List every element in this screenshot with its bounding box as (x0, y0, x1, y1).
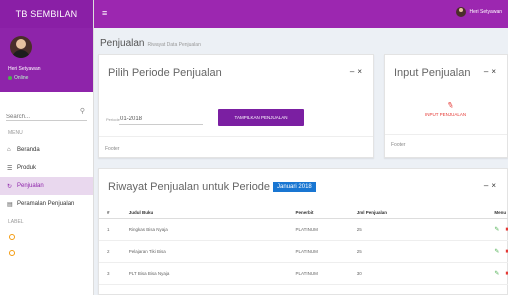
chart-icon: ▤ (7, 201, 13, 208)
table-header-row: # Judul Buku Penerbit Jml Penjualan Menu (99, 207, 508, 219)
cell-no: 3 (99, 262, 121, 285)
cell-jumlah: 25 (348, 218, 487, 241)
column-header: # (99, 207, 121, 219)
user-status-label: Online (14, 75, 29, 81)
edit-icon[interactable]: ✎ (494, 249, 499, 255)
cart-icon: ↻ (7, 183, 13, 190)
sidebar-item-label: Beranda (17, 147, 40, 153)
cell-actions: ✎ ■ (486, 240, 508, 263)
sidebar-search: ⚲ (6, 105, 87, 121)
sidebar-item-peramalan[interactable]: ▤ Peramalan Penjualan (0, 195, 93, 213)
label-circle-1[interactable] (0, 229, 93, 245)
sidebar-section-label: LABEL (8, 219, 24, 225)
show-sales-button[interactable]: TAMPILKAN PENJUALAN (218, 109, 304, 126)
user-name: Heri Setyawan (8, 66, 41, 72)
period-box-footer: Footer (105, 146, 120, 152)
label-circle-2[interactable] (0, 245, 93, 261)
input-box: Input Penjualan –× ✎ INPUT PENJUALAN Foo… (384, 54, 508, 158)
sidebar-item-penjualan[interactable]: ↻ Penjualan (0, 177, 93, 195)
column-header: Judul Buku (120, 207, 288, 219)
online-dot-icon (8, 75, 12, 80)
sidebar: TB SEMBILAN Heri Setyawan Online ⚲ MENU … (0, 0, 94, 295)
table-row: 3 PLT Bisa Bisa Nyaja PLATINUM 30 ✎ ■ (99, 262, 508, 285)
period-box-title: Pilih Periode Penjualan (108, 67, 222, 79)
cell-actions: ✎ ■ (486, 218, 508, 241)
close-icon[interactable]: × (491, 181, 499, 190)
hamburger-icon[interactable]: ≡ (102, 8, 107, 18)
box-tools: –× (484, 181, 499, 190)
sidebar-item-produk[interactable]: ☰ Produk (0, 159, 93, 177)
table-row: 2 Pelajaran Tiki Bisa PLATINUM 25 ✎ ■ (99, 240, 508, 263)
period-badge: Januari 2018 (273, 182, 316, 193)
top-avatar (456, 7, 467, 17)
column-header: Jml Penjualan (348, 207, 487, 219)
page-title-text: Penjualan (100, 38, 145, 49)
circle-icon (9, 234, 15, 240)
edit-icon[interactable]: ✎ (494, 271, 499, 277)
cell-penerbit: PLATINUM (287, 218, 349, 241)
top-navbar: ≡ Heri Setyawan (94, 0, 508, 28)
input-sales-link[interactable]: INPUT PENJUALAN (425, 112, 466, 117)
period-input[interactable] (119, 113, 203, 125)
circle-icon (9, 250, 15, 256)
input-box-title: Input Penjualan (394, 67, 471, 79)
cell-jumlah: 25 (348, 240, 487, 263)
page-subtitle: Riwayat Data Penjualan (147, 42, 201, 48)
box-tools: –× (484, 67, 499, 76)
top-user-menu[interactable]: Heri Setyawan (456, 7, 502, 17)
column-header: Menu (486, 207, 508, 219)
search-icon[interactable]: ⚲ (80, 107, 85, 115)
history-box: Riwayat Penjualan untuk Periode Januari 2… (98, 168, 508, 295)
table-row: 1 Ringkas Bisa Nyaja PLATINUM 25 ✎ ■ (99, 218, 508, 241)
close-icon[interactable]: × (357, 67, 365, 76)
input-box-footer: Footer (391, 142, 406, 148)
box-tools: –× (350, 67, 365, 76)
cell-no: 1 (99, 218, 121, 241)
user-avatar (10, 36, 32, 58)
sidebar-item-label: Penjualan (17, 183, 44, 189)
sidebar-section-menu: MENU (8, 130, 23, 136)
cell-judul: Ringkas Bisa Nyaja (120, 218, 288, 241)
box-divider (385, 134, 507, 135)
home-icon: ⌂ (7, 147, 11, 153)
sidebar-item-beranda[interactable]: ⌂ Beranda (0, 141, 93, 159)
period-label: Periode (106, 117, 120, 122)
cell-jumlah: 30 (348, 262, 487, 285)
app-logo[interactable]: TB SEMBILAN (0, 0, 93, 28)
sidebar-item-label: Produk (17, 165, 37, 171)
column-header: Penerbit (287, 207, 349, 219)
history-box-title: Riwayat Penjualan untuk Periode Januari 2… (108, 181, 316, 193)
cell-no: 2 (99, 240, 121, 263)
sidebar-item-label: Peramalan Penjualan (17, 201, 75, 207)
list-icon: ☰ (7, 165, 13, 172)
cell-judul: PLT Bisa Bisa Nyaja (120, 262, 288, 285)
pencil-icon[interactable]: ✎ (446, 100, 455, 110)
period-box: Pilih Periode Penjualan –× Periode TAMPI… (98, 54, 374, 158)
user-panel: Heri Setyawan Online (0, 28, 93, 92)
cell-actions: ✎ ■ (486, 262, 508, 285)
user-status: Online (8, 75, 28, 81)
cell-penerbit: PLATINUM (287, 262, 349, 285)
page-title: Penjualan Riwayat Data Penjualan (100, 38, 201, 49)
cell-penerbit: PLATINUM (287, 240, 349, 263)
cell-judul: Pelajaran Tiki Bisa (120, 240, 288, 263)
top-user-name: Heri Setyawan (469, 9, 502, 15)
search-input[interactable] (6, 114, 76, 120)
close-icon[interactable]: × (491, 67, 499, 76)
box-divider (99, 136, 373, 137)
sales-table: # Judul Buku Penerbit Jml Penjualan Menu… (99, 207, 508, 285)
history-title-text: Riwayat Penjualan untuk Periode (108, 181, 271, 193)
edit-icon[interactable]: ✎ (494, 227, 499, 233)
